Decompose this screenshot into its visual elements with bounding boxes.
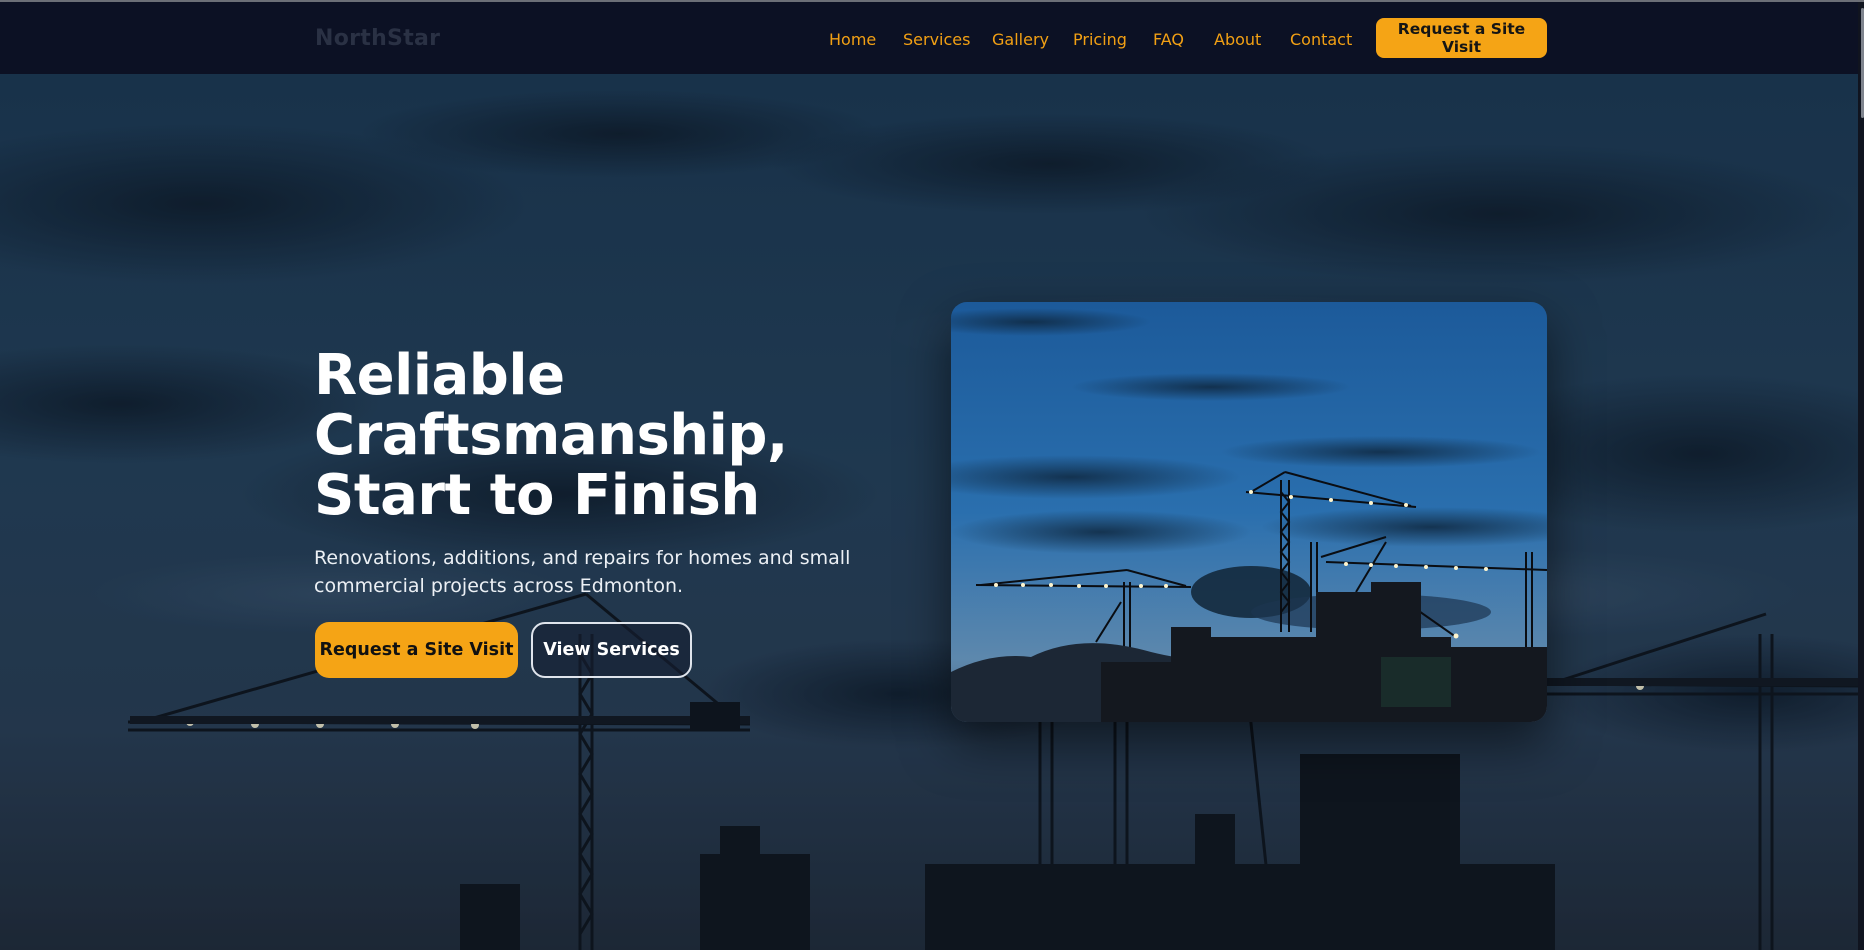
nav-link-services[interactable]: Services	[903, 30, 970, 49]
nav-request-site-visit-button[interactable]: Request a Site Visit	[1376, 18, 1547, 58]
hero-subtitle: Renovations, additions, and repairs for …	[314, 547, 851, 597]
request-site-visit-button[interactable]: Request a Site Visit	[315, 622, 518, 678]
page-scrollbar[interactable]	[1858, 2, 1864, 950]
nav-link-faq[interactable]: FAQ	[1153, 30, 1184, 49]
hero-section: Reliable Craftsmanship, Start to Finish …	[0, 74, 1864, 950]
view-services-button[interactable]: View Services	[531, 622, 692, 678]
nav-link-about[interactable]: About	[1214, 30, 1261, 49]
hero-feature-image	[951, 302, 1547, 722]
nav-link-gallery[interactable]: Gallery	[992, 30, 1049, 49]
nav-link-pricing[interactable]: Pricing	[1073, 30, 1127, 49]
window-top-edge	[0, 0, 1864, 2]
hero-title: Reliable Craftsmanship, Start to Finish	[314, 343, 788, 528]
navbar: NorthStar Home Services Gallery Pricing …	[0, 2, 1864, 74]
nav-link-home[interactable]: Home	[829, 30, 876, 49]
nav-link-contact[interactable]: Contact	[1290, 30, 1352, 49]
brand-logo[interactable]: NorthStar	[315, 26, 440, 51]
